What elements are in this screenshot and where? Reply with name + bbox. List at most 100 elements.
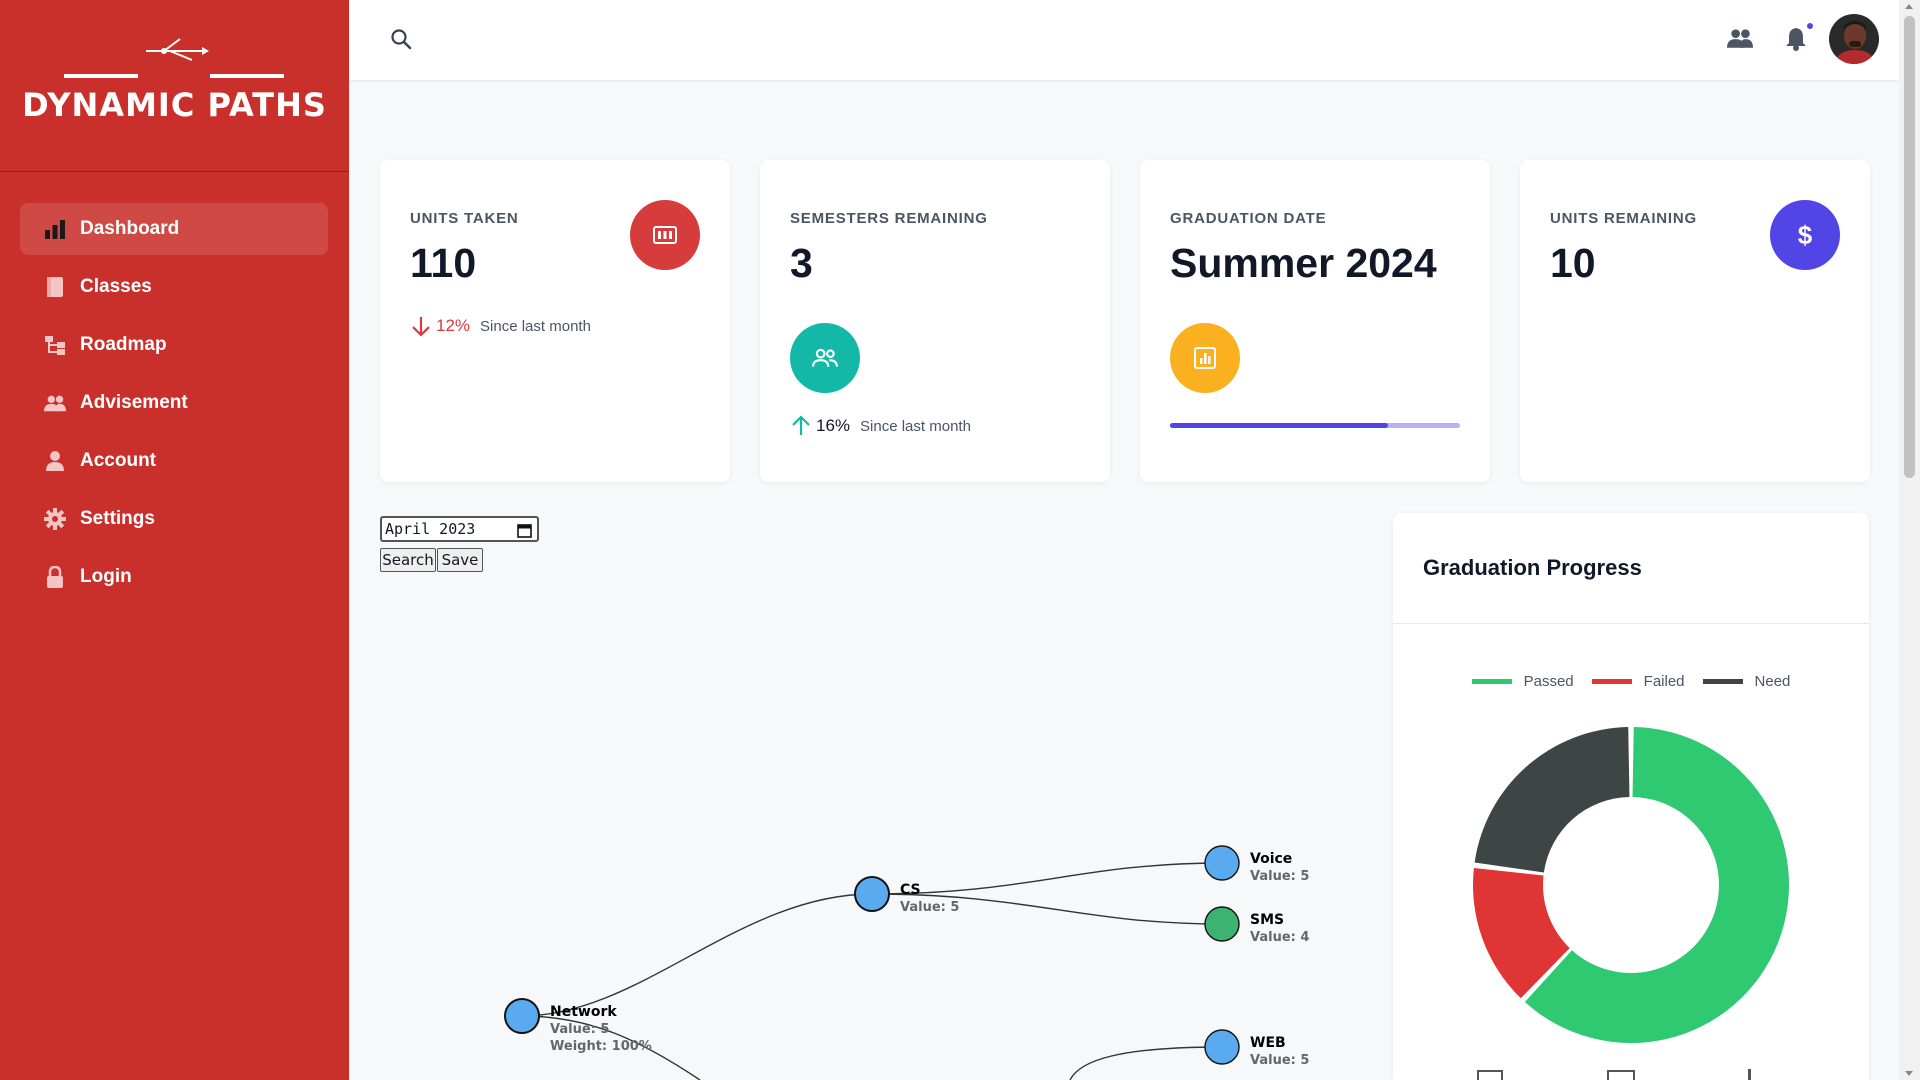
- node-value: Value: 5: [550, 1022, 609, 1037]
- tree-node-web[interactable]: WEB Value: 5: [1204, 1029, 1309, 1068]
- legend-item-failed[interactable]: Failed: [1591, 673, 1685, 690]
- scroll-down-arrow[interactable]: [1905, 1071, 1913, 1076]
- sidebar-item-label: Login: [80, 566, 132, 587]
- trend-percent: 16%: [816, 416, 851, 435]
- stat-card-graduation-date: GRADUATION DATE Summer 2024: [1140, 160, 1490, 482]
- node-weight: Weight: 100%: [550, 1039, 652, 1054]
- gear-icon: [44, 508, 66, 530]
- search-icon[interactable]: [390, 28, 412, 55]
- tree-node-sms[interactable]: SMS Value: 4: [1204, 906, 1309, 945]
- trend-percent: 12%: [436, 316, 471, 335]
- legend-label: Failed: [1643, 673, 1685, 690]
- node-name: CS: [900, 882, 921, 898]
- book-icon: [44, 276, 66, 298]
- donut-slice-need[interactable]: [1474, 727, 1630, 873]
- save-button[interactable]: Save: [437, 548, 483, 572]
- sidebar-item-label: Roadmap: [80, 334, 167, 355]
- notification-dot: [1805, 21, 1815, 31]
- paths-logo-icon: [146, 38, 209, 61]
- sidebar-item-advisement[interactable]: Advisement: [20, 377, 328, 429]
- node-name: WEB: [1250, 1035, 1286, 1051]
- trend-indicator: 12% Since last month: [410, 315, 591, 337]
- tree-link: [871, 862, 1223, 895]
- avatar[interactable]: [1829, 14, 1879, 64]
- card-value: 110: [410, 240, 477, 286]
- sidebar-item-label: Dashboard: [80, 218, 180, 239]
- class-tree-diagram: Network Value: 5 Weight: 100% CS Value: …: [504, 845, 1309, 1080]
- dollar-icon: $: [1770, 200, 1840, 270]
- sidebar-item-dashboard[interactable]: Dashboard: [20, 203, 328, 255]
- arrow-down-icon: [410, 315, 432, 337]
- legend-label: Passed: [1523, 673, 1574, 690]
- month-input-value: April 2023: [385, 520, 476, 538]
- card-label: GRADUATION DATE: [1170, 210, 1327, 227]
- card-value: 10: [1550, 240, 1596, 286]
- sidebar-item-settings[interactable]: Settings: [20, 493, 328, 545]
- node-circle[interactable]: [1204, 845, 1240, 881]
- card-value: 3: [790, 240, 813, 286]
- chart-footer-icons: [1477, 1069, 1751, 1080]
- node-value: Value: 4: [1250, 930, 1309, 945]
- lock-icon: [44, 566, 66, 588]
- trend-since: Since last month: [480, 317, 591, 335]
- node-value: Value: 5: [1250, 1053, 1309, 1068]
- legend-label: Need: [1754, 673, 1791, 690]
- card-label: SEMESTERS REMAINING: [790, 210, 988, 227]
- tree-node-network[interactable]: Network Value: 5 Weight: 100%: [504, 998, 652, 1054]
- page-scrollbar[interactable]: [1899, 0, 1920, 1080]
- calendar-icon[interactable]: [517, 523, 532, 542]
- trend-indicator: 16% Since last month: [790, 415, 971, 437]
- legend-item-need[interactable]: Need: [1702, 673, 1791, 690]
- node-circle[interactable]: [1204, 1029, 1240, 1065]
- month-input[interactable]: April 2023: [380, 516, 539, 542]
- node-value: Value: 5: [1250, 869, 1309, 884]
- node-name: SMS: [1250, 912, 1284, 928]
- node-circle[interactable]: [854, 876, 890, 912]
- card-value: Summer 2024: [1170, 240, 1437, 286]
- legend-swatch: [1471, 679, 1512, 684]
- search-button[interactable]: Search: [380, 548, 436, 572]
- node-circle[interactable]: [1204, 906, 1240, 942]
- sidebar-item-roadmap[interactable]: Roadmap: [20, 319, 328, 371]
- user-icon: [44, 450, 66, 472]
- bar-chart-icon: [44, 218, 66, 240]
- sidebar-item-account[interactable]: Account: [20, 435, 328, 487]
- sidebar-item-label: Classes: [80, 276, 152, 297]
- trend-since: Since last month: [860, 417, 971, 435]
- chart-icon: [1170, 323, 1240, 393]
- panel-title: Graduation Progress: [1423, 555, 1642, 580]
- legend-swatch: [1702, 679, 1743, 684]
- sidebar-nav: Dashboard Classes Roadmap Advisement Acc…: [20, 203, 328, 609]
- sidebar-item-label: Account: [80, 450, 156, 471]
- graduation-progress-bar: [1170, 423, 1460, 428]
- node-circle[interactable]: [504, 998, 540, 1034]
- stat-card-semesters-remaining: SEMESTERS REMAINING 3 16% Since last mon…: [760, 160, 1110, 482]
- users-icon: [44, 392, 66, 414]
- node-name: Network: [550, 1004, 617, 1020]
- graduation-donut-chart: [1473, 727, 1789, 1043]
- tree-link: [1069, 1046, 1223, 1080]
- card-label: UNITS REMAINING: [1550, 210, 1697, 227]
- sidebar: DYNAMIC PATHS Dashboard Classes Roadmap …: [0, 0, 349, 1080]
- stat-card-units-taken: UNITS TAKEN 110 12% Since last month: [380, 160, 730, 482]
- top-bar: [349, 0, 1899, 80]
- legend-item-passed[interactable]: Passed: [1471, 673, 1574, 690]
- brand-name: DYNAMIC PATHS: [22, 86, 327, 124]
- users-icon[interactable]: [1727, 28, 1753, 53]
- sidebar-item-login[interactable]: Login: [20, 551, 328, 603]
- bell-icon[interactable]: [1785, 27, 1807, 56]
- tree-node-voice[interactable]: Voice Value: 5: [1204, 845, 1309, 884]
- scroll-thumb[interactable]: [1904, 16, 1915, 478]
- brand-logo[interactable]: DYNAMIC PATHS: [0, 0, 349, 172]
- sidebar-item-label: Advisement: [80, 392, 188, 413]
- legend-swatch: [1591, 679, 1632, 684]
- chart-legend: Passed Failed Need: [1393, 673, 1869, 690]
- sidebar-item-classes[interactable]: Classes: [20, 261, 328, 313]
- stat-card-units-remaining: UNITS REMAINING 10 $: [1520, 160, 1870, 482]
- panel-divider: [1393, 623, 1869, 624]
- node-name: Voice: [1250, 851, 1292, 867]
- progress-fill: [1170, 423, 1388, 428]
- graduation-progress-panel: Graduation Progress Passed Failed Need: [1393, 513, 1869, 1080]
- tree-link: [521, 893, 873, 1017]
- scroll-up-arrow[interactable]: [1905, 4, 1913, 9]
